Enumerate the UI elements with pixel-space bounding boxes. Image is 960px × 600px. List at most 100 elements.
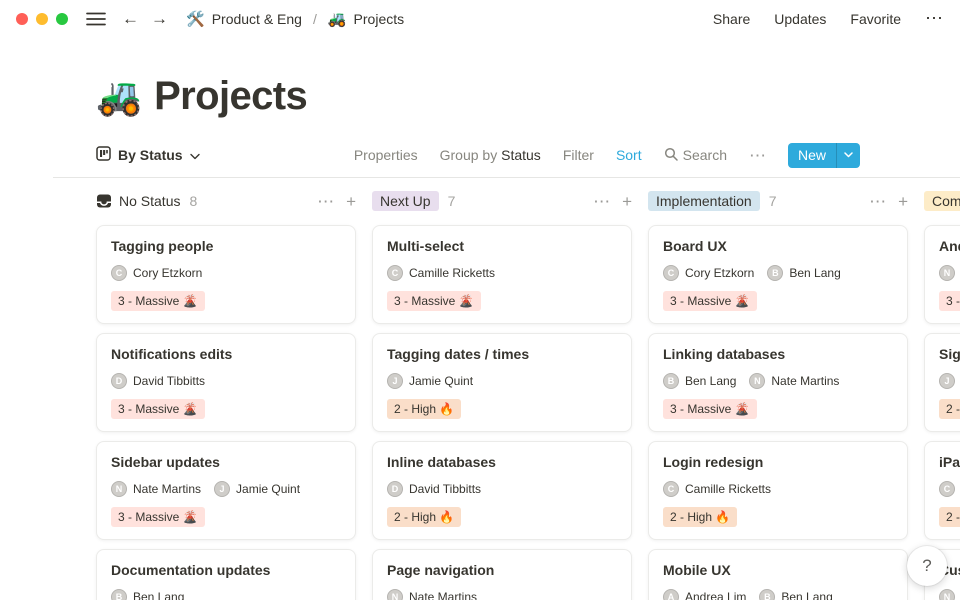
forward-arrow-icon[interactable]: →: [151, 10, 168, 27]
board-card[interactable]: Mobile UX AAndrea LimBBen Lang 1- Normal…: [648, 549, 908, 600]
card-title: Sign up flow: [939, 345, 960, 363]
avatar: C: [387, 265, 403, 281]
toolbar-more-icon[interactable]: ⋯: [749, 147, 766, 164]
search-button[interactable]: Search: [664, 147, 727, 164]
column-count: 8: [189, 193, 197, 209]
board-card[interactable]: Board UX CCory EtzkornBBen Lang 3 - Mass…: [648, 225, 908, 324]
zoom-window-button[interactable]: [56, 13, 68, 25]
assignee-name: Cory Etzkorn: [685, 266, 754, 280]
assignee-name: Jamie Quint: [409, 374, 473, 388]
column-actions: ⋯ +: [869, 193, 908, 210]
help-button[interactable]: ?: [907, 546, 947, 586]
view-switcher[interactable]: By Status: [96, 146, 200, 164]
board-card[interactable]: Sidebar updates NNate Martins JJamie Quin…: [96, 441, 356, 540]
board-card[interactable]: Android app NNate Martins 3 - Massive 🌋: [924, 225, 960, 324]
card-title: Linking databases: [663, 345, 893, 363]
board-view-icon: [96, 146, 111, 164]
column-add-icon[interactable]: +: [346, 193, 356, 210]
card-people: NNate Martins: [387, 589, 617, 600]
avatar: C: [663, 481, 679, 497]
favorite-button[interactable]: Favorite: [850, 11, 901, 27]
card-title: Login redesign: [663, 453, 893, 471]
priority-badge: 3 - Massive 🌋: [111, 399, 205, 419]
assignee-name: Cory Etzkorn: [133, 266, 202, 280]
card-title: Page navigation: [387, 561, 617, 579]
new-dropdown-chevron-icon[interactable]: [836, 143, 860, 168]
page-emoji-icon[interactable]: 🚜: [96, 78, 142, 115]
more-options-icon[interactable]: ⋯: [925, 8, 944, 29]
board-card[interactable]: Multi-select CCamille Ricketts 3 - Massi…: [372, 225, 632, 324]
filter-button[interactable]: Filter: [563, 147, 594, 163]
group-by-button[interactable]: Group by Status: [440, 147, 541, 163]
board-card[interactable]: Tagging people CCory Etzkorn 3 - Massive…: [96, 225, 356, 324]
column-add-icon[interactable]: +: [898, 193, 908, 210]
board-card[interactable]: Documentation updates BBen Lang 2 - High…: [96, 549, 356, 600]
priority-badge: 3 - Massive 🌋: [663, 399, 757, 419]
board-card[interactable]: Login redesign CCamille Ricketts 2 - Hig…: [648, 441, 908, 540]
board-column: No Status 8 ⋯ + Tagging people CCory Etz…: [96, 190, 356, 600]
assignee: NNate Martins: [387, 589, 477, 600]
updates-button[interactable]: Updates: [774, 11, 826, 27]
avatar: J: [387, 373, 403, 389]
card-people: DDavid Tibbitts: [111, 373, 341, 389]
topbar-actions: Share Updates Favorite ⋯: [713, 8, 944, 29]
board-card[interactable]: Tagging dates / times JJamie Quint 2 - H…: [372, 333, 632, 432]
column-count: 7: [448, 193, 456, 209]
column-more-icon[interactable]: ⋯: [593, 193, 610, 210]
card-people: CCory Etzkorn: [111, 265, 341, 281]
column-title[interactable]: Completed: [924, 191, 960, 211]
sidebar-menu-icon[interactable]: [86, 11, 106, 27]
card-people: NNate Martins: [939, 265, 960, 281]
breadcrumb-workspace[interactable]: Product & Eng: [212, 11, 302, 27]
column-cards: Multi-select CCamille Ricketts 3 - Massi…: [372, 225, 632, 600]
card-title: Board UX: [663, 237, 893, 255]
avatar: N: [939, 265, 955, 281]
column-more-icon[interactable]: ⋯: [869, 193, 886, 210]
page-title-row: 🚜 Projects: [96, 74, 960, 119]
new-button[interactable]: New: [788, 143, 860, 168]
new-button-label[interactable]: New: [788, 143, 836, 168]
column-header: No Status 8 ⋯ +: [96, 190, 356, 212]
share-button[interactable]: Share: [713, 11, 750, 27]
board-card[interactable]: iPad app CCory Etzkorn 2 - High 🔥: [924, 441, 960, 540]
column-add-icon[interactable]: +: [622, 193, 632, 210]
assignee-name: David Tibbitts: [409, 482, 481, 496]
assignee: NNate Martins: [749, 373, 839, 389]
board-card[interactable]: Notifications edits DDavid Tibbitts 3 - …: [96, 333, 356, 432]
sort-button[interactable]: Sort: [616, 147, 642, 163]
board: No Status 8 ⋯ + Tagging people CCory Etz…: [96, 190, 960, 600]
card-title: Sidebar updates: [111, 453, 341, 471]
card-title: Inline databases: [387, 453, 617, 471]
card-people: NNate Martins JJamie Quint: [111, 481, 341, 497]
assignee: JJamie Quint: [214, 481, 300, 497]
window-controls[interactable]: [16, 13, 68, 25]
card-people: CCory EtzkornBBen Lang: [663, 265, 893, 281]
board-card[interactable]: Linking databases BBen LangNNate Martins…: [648, 333, 908, 432]
card-people: CCory Etzkorn: [939, 481, 960, 497]
column-title[interactable]: Implementation: [648, 191, 760, 211]
priority-badge: 3 - Massive 🌋: [111, 291, 205, 311]
board-card[interactable]: Inline databases DDavid Tibbitts 2 - Hig…: [372, 441, 632, 540]
column-title[interactable]: No Status: [119, 193, 180, 209]
priority-badge: 2 - High 🔥: [387, 507, 461, 527]
avatar: B: [767, 265, 783, 281]
breadcrumb-page[interactable]: Projects: [354, 11, 405, 27]
assignee: J Jamie Quint: [387, 373, 473, 389]
column-cards: Board UX CCory EtzkornBBen Lang 3 - Mass…: [648, 225, 908, 600]
chevron-down-icon: [190, 147, 200, 163]
column-more-icon[interactable]: ⋯: [317, 193, 334, 210]
close-window-button[interactable]: [16, 13, 28, 25]
properties-button[interactable]: Properties: [354, 147, 418, 163]
column-title[interactable]: Next Up: [372, 191, 439, 211]
avatar: B: [111, 589, 127, 600]
back-arrow-icon[interactable]: ←: [122, 10, 139, 27]
avatar: D: [111, 373, 127, 389]
minimize-window-button[interactable]: [36, 13, 48, 25]
board-card[interactable]: Sign up flow JJamie Quint 2 - High 🔥: [924, 333, 960, 432]
card-people: BBen LangNNate Martins: [663, 373, 893, 389]
card-people: JJamie Quint: [939, 373, 960, 389]
board-card[interactable]: Page navigation NNate Martins 1- Normal …: [372, 549, 632, 600]
assignee-name: Ben Lang: [133, 590, 184, 600]
column-header: Next Up 7 ⋯ +: [372, 190, 632, 212]
assignee: NNate Martins: [111, 481, 201, 497]
